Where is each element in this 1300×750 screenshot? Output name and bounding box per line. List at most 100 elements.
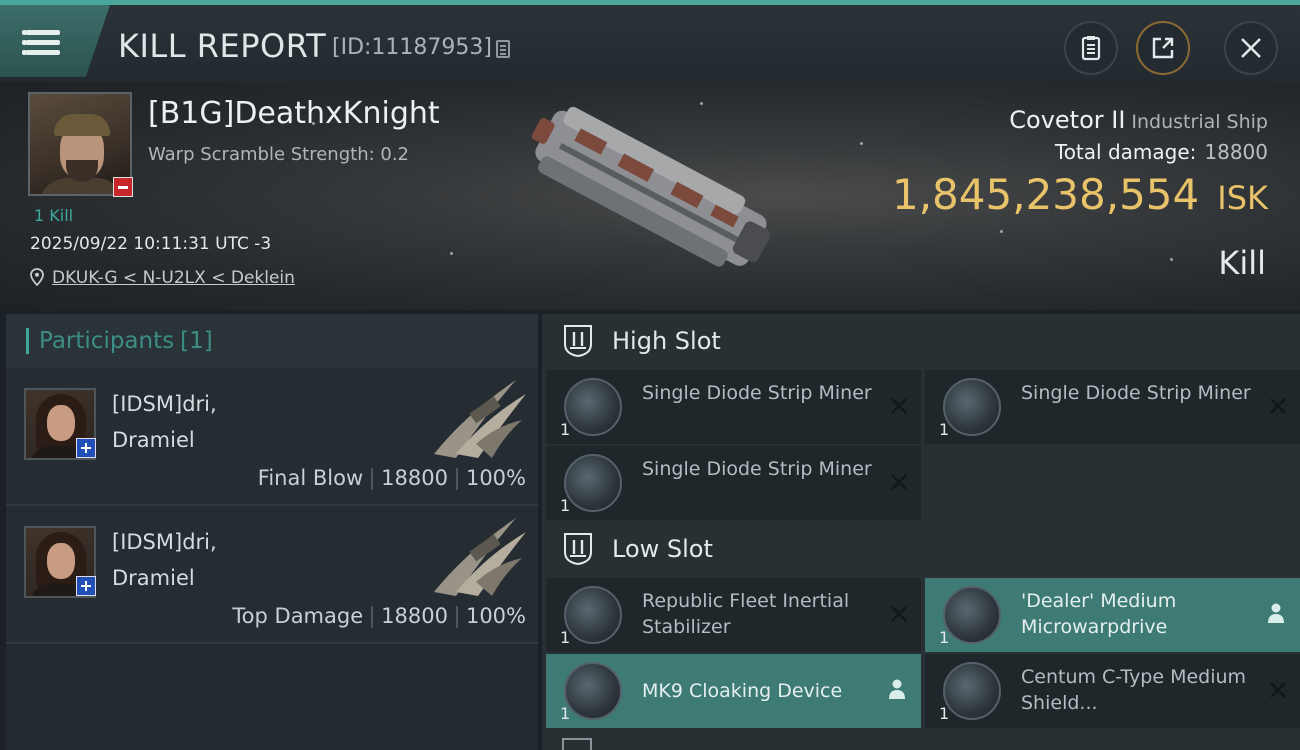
victim-kill-count[interactable]: 1 Kill xyxy=(34,206,73,225)
high-slot-title: High Slot xyxy=(612,327,721,355)
participants-header[interactable]: Participants [1] xyxy=(6,314,538,368)
strip-miner-icon xyxy=(943,378,1001,436)
participant-role: Final Blow xyxy=(257,466,364,490)
module-quantity: 1 xyxy=(939,704,950,723)
high-slot-header: High Slot xyxy=(542,314,1300,368)
module-name: Single Diode Strip Miner xyxy=(642,382,872,404)
inertial-stabilizer-icon xyxy=(564,586,622,644)
module-name: 'Dealer' Medium Microwarpdrive xyxy=(1021,590,1177,638)
warp-scramble-strength: Warp Scramble Strength: 0.2 xyxy=(148,144,410,165)
minus-badge-icon xyxy=(113,177,133,197)
isk-unit: ISK xyxy=(1217,179,1268,217)
participant-stats: Top Damage 18800 100% xyxy=(232,604,526,628)
location-pin-icon xyxy=(30,268,44,286)
copy-icon[interactable] xyxy=(496,40,510,58)
shield-extender-icon xyxy=(943,662,1001,720)
module-quantity: 1 xyxy=(560,420,571,439)
close-icon xyxy=(1241,38,1261,58)
destroyed-icon xyxy=(891,398,907,414)
module-item[interactable]: 1 'Dealer' Medium Microwarpdrive xyxy=(925,578,1300,652)
destroyed-icon xyxy=(1270,682,1286,698)
module-name: Single Diode Strip Miner xyxy=(642,458,872,480)
microwarpdrive-icon xyxy=(943,586,1001,644)
dropped-person-icon xyxy=(1268,603,1284,623)
module-item[interactable]: 1 Centum C-Type Medium Shield... xyxy=(925,654,1300,728)
divider xyxy=(371,606,374,628)
participant-role: Top Damage xyxy=(232,604,364,628)
total-damage-label: Total damage: xyxy=(1054,140,1197,164)
total-damage-value: 18800 xyxy=(1204,140,1268,164)
module-quantity: 1 xyxy=(939,420,950,439)
participant-name: [IDSM]dri, xyxy=(112,392,217,416)
module-quantity: 1 xyxy=(560,704,571,723)
victim-summary: 1 Kill [B1G]DeathxKnight Warp Scramble S… xyxy=(0,82,1300,310)
divider xyxy=(455,468,458,490)
participant-row[interactable]: [IDSM]dri, Dramiel Top Damage 18800 100% xyxy=(6,506,538,644)
page-title: KILL REPORT xyxy=(118,27,327,65)
plus-badge-icon xyxy=(76,576,96,596)
header-accent xyxy=(26,328,29,354)
fitting-panel: High Slot 1 Single Diode Strip Miner 1 S… xyxy=(542,314,1300,750)
low-slot-header: Low Slot xyxy=(542,522,1300,576)
ship-name[interactable]: Covetor II xyxy=(1009,106,1125,134)
divider xyxy=(371,468,374,490)
victim-ship-image[interactable] xyxy=(500,90,800,290)
clipboard-icon xyxy=(1081,36,1101,61)
menu-button[interactable] xyxy=(0,5,110,77)
low-slot-icon xyxy=(564,533,592,566)
top-bar: KILL REPORT [ID:11187953] xyxy=(0,0,1300,82)
participant-row[interactable]: [IDSM]dri, Dramiel Final Blow 18800 100% xyxy=(6,368,538,506)
report-id: [ID:11187953] xyxy=(332,35,492,60)
share-button[interactable] xyxy=(1136,21,1190,75)
module-name: Centum C-Type Medium Shield... xyxy=(1021,666,1247,714)
module-quantity: 1 xyxy=(939,628,950,647)
participant-ship-image[interactable] xyxy=(426,512,530,598)
module-name: MK9 Cloaking Device xyxy=(642,680,843,702)
module-name: Single Diode Strip Miner xyxy=(1021,382,1251,404)
participant-damage: 18800 xyxy=(381,466,448,490)
module-item[interactable]: 1 Republic Fleet Inertial Stabilizer xyxy=(546,578,921,652)
strip-miner-icon xyxy=(564,378,622,436)
next-slot-icon xyxy=(562,738,592,750)
module-item[interactable]: 1 MK9 Cloaking Device xyxy=(546,654,921,728)
close-button[interactable] xyxy=(1224,21,1278,75)
participants-label: Participants xyxy=(39,328,175,354)
destroyed-icon xyxy=(891,606,907,622)
ship-class: Industrial Ship xyxy=(1131,111,1268,133)
kill-location-link[interactable]: DKUK-G < N-U2LX < Deklein xyxy=(52,268,295,288)
module-item[interactable]: 1 Single Diode Strip Miner xyxy=(546,446,921,520)
module-item[interactable]: 1 Single Diode Strip Miner xyxy=(546,370,921,444)
module-quantity: 1 xyxy=(560,628,571,647)
destroyed-icon xyxy=(891,474,907,490)
high-slot-icon xyxy=(564,325,592,358)
plus-badge-icon xyxy=(76,438,96,458)
dropped-person-icon xyxy=(889,679,905,699)
participant-ship-name: Dramiel xyxy=(112,566,195,590)
participants-count: [1] xyxy=(180,328,213,354)
total-damage: Total damage: 18800 xyxy=(1055,140,1268,164)
participant-ship-image[interactable] xyxy=(426,374,530,460)
isk-value: 1,845,238,554 xyxy=(891,170,1200,219)
clipboard-button[interactable] xyxy=(1064,21,1118,75)
divider xyxy=(455,606,458,628)
low-slot-title: Low Slot xyxy=(612,535,713,563)
participants-panel: Participants [1] [IDSM]dri, Dramiel Fina… xyxy=(6,314,538,750)
outcome-label: Kill xyxy=(1218,244,1266,282)
kill-timestamp: 2025/09/22 10:11:31 UTC -3 xyxy=(30,234,272,254)
isk-value-line: 1,845,238,554 ISK xyxy=(892,170,1268,219)
participant-percent: 100% xyxy=(465,466,526,490)
ship-info: Covetor II Industrial Ship xyxy=(1009,106,1268,134)
victim-name[interactable]: [B1G]DeathxKnight xyxy=(148,96,440,131)
module-quantity: 1 xyxy=(560,496,571,515)
participant-damage: 18800 xyxy=(381,604,448,628)
strip-miner-icon xyxy=(564,454,622,512)
destroyed-icon xyxy=(1270,398,1286,414)
participant-percent: 100% xyxy=(465,604,526,628)
share-icon xyxy=(1152,37,1174,59)
participant-ship-name: Dramiel xyxy=(112,428,195,452)
module-name: Republic Fleet Inertial Stabilizer xyxy=(642,590,850,638)
participant-stats: Final Blow 18800 100% xyxy=(258,466,526,490)
module-item[interactable]: 1 Single Diode Strip Miner xyxy=(925,370,1300,444)
participant-name: [IDSM]dri, xyxy=(112,530,217,554)
cloaking-device-icon xyxy=(564,662,622,720)
